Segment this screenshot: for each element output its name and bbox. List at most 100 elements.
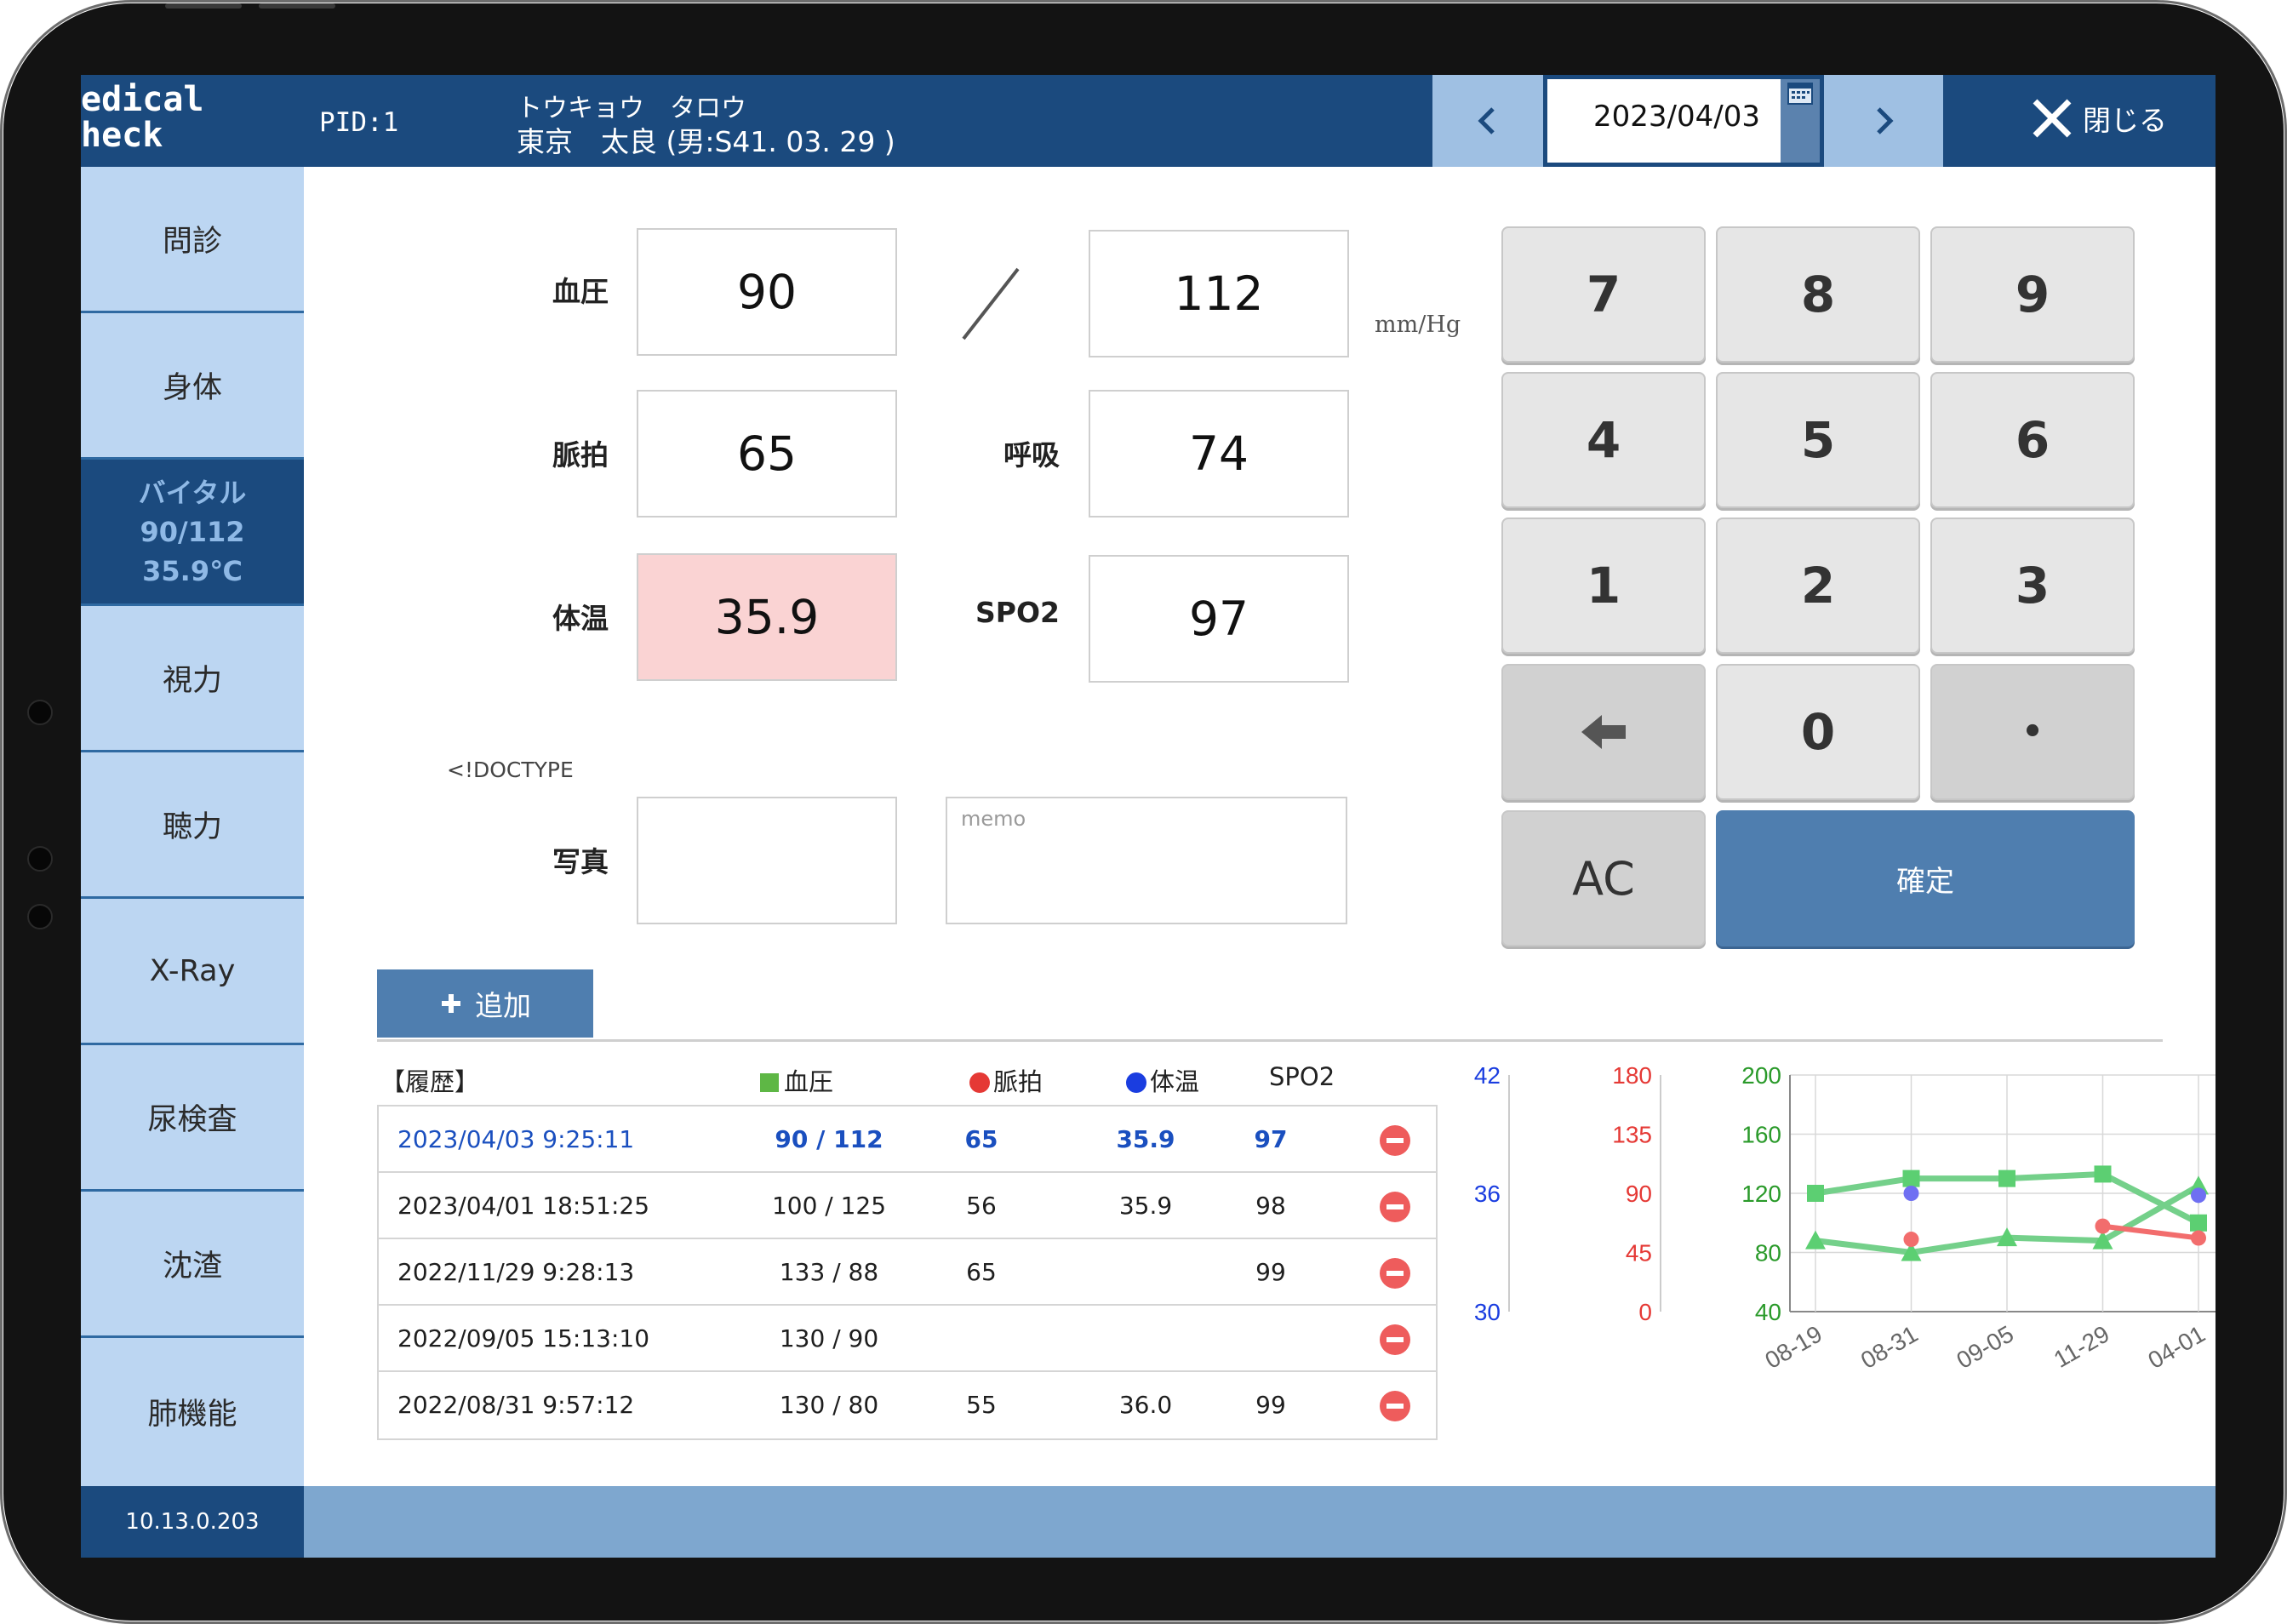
tick-label: 30 <box>1474 1299 1501 1325</box>
series-point <box>1998 1169 2015 1187</box>
temp-field[interactable]: 35.9 <box>637 553 897 681</box>
key-5[interactable]: 5 <box>1716 372 1920 508</box>
app-screen: edical heck PID:1 トウキョウ タロウ 東京 太良 (男:S41… <box>81 75 2216 1558</box>
sidebar-item-temp-summary: 35.9℃ <box>142 554 243 587</box>
key-decimal[interactable]: • <box>1930 664 2135 800</box>
sidebar-item-sediment[interactable]: 沈渣 <box>81 1192 304 1338</box>
row-bp: 133 / 88 <box>779 1258 879 1286</box>
history-title: 【履歴】 <box>380 1067 480 1096</box>
sidebar-item-label: 聴力 <box>162 810 222 844</box>
close-label: 閉じる <box>2083 104 2167 137</box>
plus-icon <box>442 994 460 1013</box>
sidebar-item-vitals[interactable]: バイタル 90/112 35.9℃ <box>81 460 304 606</box>
key-1[interactable]: 1 <box>1501 518 1706 654</box>
sidebar: 問診 身体 バイタル 90/112 35.9℃ 視力 聴力 X-Ray 尿検査 … <box>81 167 304 1558</box>
history-col-temp: 体温 <box>1126 1062 1199 1098</box>
row-temp: 35.9 <box>1116 1125 1175 1153</box>
series-point <box>2094 1165 2112 1183</box>
delete-icon[interactable] <box>1380 1258 1410 1289</box>
bp-high-field[interactable]: 112 <box>1089 230 1349 357</box>
delete-icon[interactable] <box>1380 1192 1410 1222</box>
date-field[interactable]: 2023/04/03 <box>1543 75 1824 167</box>
memo-field[interactable]: memo <box>946 797 1347 924</box>
row-bp: 90 / 112 <box>775 1125 883 1153</box>
sidebar-item-hearing[interactable]: 聴力 <box>81 752 304 899</box>
series-point <box>1902 1169 1920 1187</box>
bottom-bar <box>304 1486 2216 1558</box>
series-point <box>2095 1218 2111 1234</box>
row-pulse: 55 <box>966 1391 997 1419</box>
blue-dot-icon <box>1126 1072 1146 1093</box>
backspace-key[interactable] <box>1501 664 1706 800</box>
sidebar-item-interview[interactable]: 問診 <box>81 167 304 313</box>
key-2[interactable]: 2 <box>1716 518 1920 654</box>
slash-separator <box>962 267 1020 340</box>
tick-label: 120 <box>1741 1181 1781 1207</box>
key-9[interactable]: 9 <box>1930 226 2135 363</box>
tick-label: 42 <box>1474 1062 1501 1089</box>
row-datetime: 2023/04/03 9:25:11 <box>397 1125 635 1153</box>
series-point <box>1903 1186 1919 1201</box>
key-8[interactable]: 8 <box>1716 226 1920 363</box>
prev-date-button[interactable] <box>1432 75 1543 167</box>
temp-label: 体温 <box>552 602 609 635</box>
history-col-spo2: SPO2 <box>1269 1062 1335 1091</box>
sidebar-item-label: X-Ray <box>149 953 236 988</box>
photo-field[interactable] <box>637 797 897 924</box>
tick-label: 200 <box>1741 1062 1781 1089</box>
table-row[interactable]: 2022/08/31 9:57:12 130 / 80 55 36.0 99 <box>379 1372 1436 1438</box>
delete-icon[interactable] <box>1380 1324 1410 1355</box>
sidebar-item-label: 沈渣 <box>162 1249 222 1284</box>
doctype-text: <!DOCTYPE <box>447 758 574 782</box>
sidebar-item-label: 視力 <box>162 664 222 698</box>
table-row[interactable]: 2023/04/03 9:25:11 90 / 112 65 35.9 97 <box>379 1106 1436 1173</box>
patient-name: 東京 太良 (男:S41. 03. 29 ) <box>517 125 895 158</box>
history-col-pulse: 脈拍 <box>969 1062 1043 1098</box>
row-datetime: 2022/09/05 15:13:10 <box>397 1324 650 1352</box>
row-bp: 130 / 80 <box>779 1391 879 1419</box>
sidebar-item-xray[interactable]: X-Ray <box>81 899 304 1045</box>
spo2-label: SPO2 <box>975 596 1060 629</box>
key-4[interactable]: 4 <box>1501 372 1706 508</box>
close-button[interactable]: 閉じる <box>2030 89 2200 148</box>
delete-icon[interactable] <box>1380 1125 1410 1156</box>
date-value: 2023/04/03 <box>1593 100 1760 134</box>
bp-label: 血圧 <box>552 275 609 308</box>
key-7[interactable]: 7 <box>1501 226 1706 363</box>
camera-dot <box>27 904 53 929</box>
pulse-field[interactable]: 65 <box>637 390 897 518</box>
sidebar-item-body[interactable]: 身体 <box>81 313 304 460</box>
square-icon <box>760 1073 779 1092</box>
key-3[interactable]: 3 <box>1930 518 2135 654</box>
key-0[interactable]: 0 <box>1716 664 1920 800</box>
chevron-right-icon <box>1877 107 1894 134</box>
sidebar-item-bp-summary: 90/112 <box>140 515 245 548</box>
spo2-field[interactable]: 97 <box>1089 555 1349 683</box>
table-row[interactable]: 2023/04/01 18:51:25 100 / 125 56 35.9 98 <box>379 1173 1436 1239</box>
resp-label: 呼吸 <box>1003 438 1060 472</box>
confirm-button[interactable]: 確定 <box>1716 810 2135 946</box>
volume-button <box>165 3 242 9</box>
history-table: 2023/04/03 9:25:11 90 / 112 65 35.9 97 2… <box>377 1105 1438 1440</box>
resp-field[interactable]: 74 <box>1089 390 1349 518</box>
tick-label: 90 <box>1626 1181 1652 1207</box>
next-date-button[interactable] <box>1824 75 1943 167</box>
sidebar-item-urinalysis[interactable]: 尿検査 <box>81 1045 304 1192</box>
device-frame: edical heck PID:1 トウキョウ タロウ 東京 太良 (男:S41… <box>3 3 2284 1621</box>
sidebar-item-lung-function[interactable]: 肺機能 <box>81 1338 304 1484</box>
add-button-label: 追加 <box>475 989 531 1022</box>
sidebar-item-label: 身体 <box>162 371 222 405</box>
table-row[interactable]: 2022/11/29 9:28:13 133 / 88 65 99 <box>379 1239 1436 1306</box>
key-6[interactable]: 6 <box>1930 372 2135 508</box>
table-row[interactable]: 2022/09/05 15:13:10 130 / 90 <box>379 1306 1436 1372</box>
series-point <box>2191 1230 2206 1246</box>
sidebar-item-vision[interactable]: 視力 <box>81 606 304 752</box>
history-col-temp-label: 体温 <box>1150 1067 1200 1096</box>
add-button[interactable]: 追加 <box>377 969 593 1038</box>
delete-icon[interactable] <box>1380 1391 1410 1421</box>
close-icon <box>2033 99 2072 138</box>
bp-low-field[interactable]: 90 <box>637 228 897 356</box>
clear-key[interactable]: AC <box>1501 810 1706 946</box>
sidebar-item-label: 尿検査 <box>147 1103 237 1137</box>
calendar-icon[interactable] <box>1781 79 1820 163</box>
